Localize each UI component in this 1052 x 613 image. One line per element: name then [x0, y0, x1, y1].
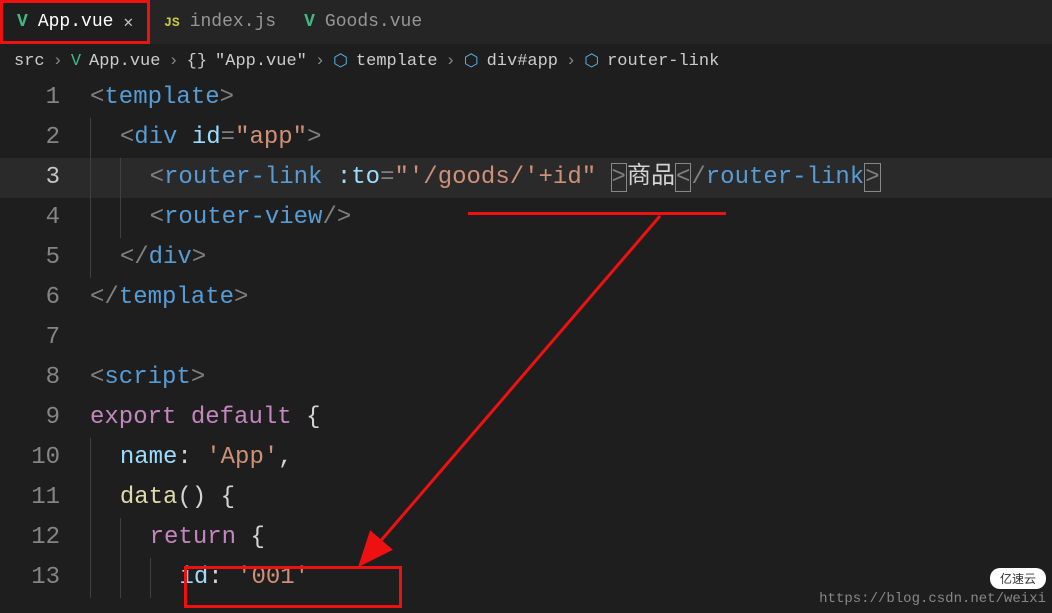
line-number: 2 — [0, 118, 90, 158]
tab-label: App.vue — [38, 12, 114, 32]
code-line: 8 <script> — [0, 358, 1052, 398]
code-line: 5 </div> — [0, 238, 1052, 278]
cube-icon: ⬡ — [464, 51, 479, 72]
line-number: 8 — [0, 358, 90, 398]
vue-icon: V — [71, 52, 81, 71]
tab-label: index.js — [190, 12, 276, 32]
chevron-icon: › — [315, 52, 325, 71]
breadcrumb-item[interactable]: router-link — [607, 52, 719, 71]
tab-app-vue[interactable]: V App.vue ✕ — [0, 0, 150, 44]
code-line: 10 name: 'App', — [0, 438, 1052, 478]
line-number: 9 — [0, 398, 90, 438]
code-line: 12 return { — [0, 518, 1052, 558]
annotation-underline — [468, 212, 726, 215]
breadcrumb-item[interactable]: "App.vue" — [215, 52, 307, 71]
code-line: 2 <div id="app"> — [0, 118, 1052, 158]
breadcrumb-item[interactable]: template — [356, 52, 438, 71]
line-number: 5 — [0, 238, 90, 278]
line-number: 6 — [0, 278, 90, 318]
code-line: 7 — [0, 318, 1052, 358]
code-line: 9 export default { — [0, 398, 1052, 438]
line-number: 7 — [0, 318, 90, 358]
line-number: 13 — [0, 558, 90, 598]
code-editor[interactable]: 1 <template> 2 <div id="app"> 3 <router-… — [0, 78, 1052, 598]
code-line: 3 <router-link :to="'/goods/'+id" >商品</r… — [0, 158, 1052, 198]
chevron-icon: › — [53, 52, 63, 71]
line-number: 12 — [0, 518, 90, 558]
cube-icon: ⬡ — [333, 51, 348, 72]
line-number: 1 — [0, 78, 90, 118]
chevron-icon: › — [566, 52, 576, 71]
chevron-icon: › — [446, 52, 456, 71]
breadcrumb-item[interactable]: src — [14, 52, 45, 71]
annotation-box — [184, 566, 402, 608]
breadcrumb-item[interactable]: App.vue — [89, 52, 160, 71]
line-number: 4 — [0, 198, 90, 238]
line-number: 10 — [0, 438, 90, 478]
js-icon: JS — [164, 15, 180, 30]
vue-icon: V — [17, 12, 28, 32]
tab-label: Goods.vue — [325, 12, 422, 32]
watermark-text: https://blog.csdn.net/weixi — [819, 591, 1046, 607]
tab-index-js[interactable]: JS index.js — [150, 0, 290, 44]
brace-icon: {} — [187, 52, 207, 71]
line-number: 3 — [0, 158, 90, 198]
tab-goods-vue[interactable]: V Goods.vue — [290, 0, 436, 44]
breadcrumb: src › V App.vue › {} "App.vue" › ⬡ templ… — [0, 45, 1052, 78]
code-line: 11 data() { — [0, 478, 1052, 518]
close-icon[interactable]: ✕ — [123, 12, 133, 32]
code-line: 6 </template> — [0, 278, 1052, 318]
code-line: 1 <template> — [0, 78, 1052, 118]
vue-icon: V — [304, 12, 315, 32]
logo-badge: 亿速云 — [990, 568, 1046, 589]
chevron-icon: › — [168, 52, 178, 71]
line-number: 11 — [0, 478, 90, 518]
cube-icon: ⬡ — [584, 51, 599, 72]
breadcrumb-item[interactable]: div#app — [487, 52, 558, 71]
code-line: 4 <router-view/> — [0, 198, 1052, 238]
editor-tabs: V App.vue ✕ JS index.js V Goods.vue — [0, 0, 1052, 45]
